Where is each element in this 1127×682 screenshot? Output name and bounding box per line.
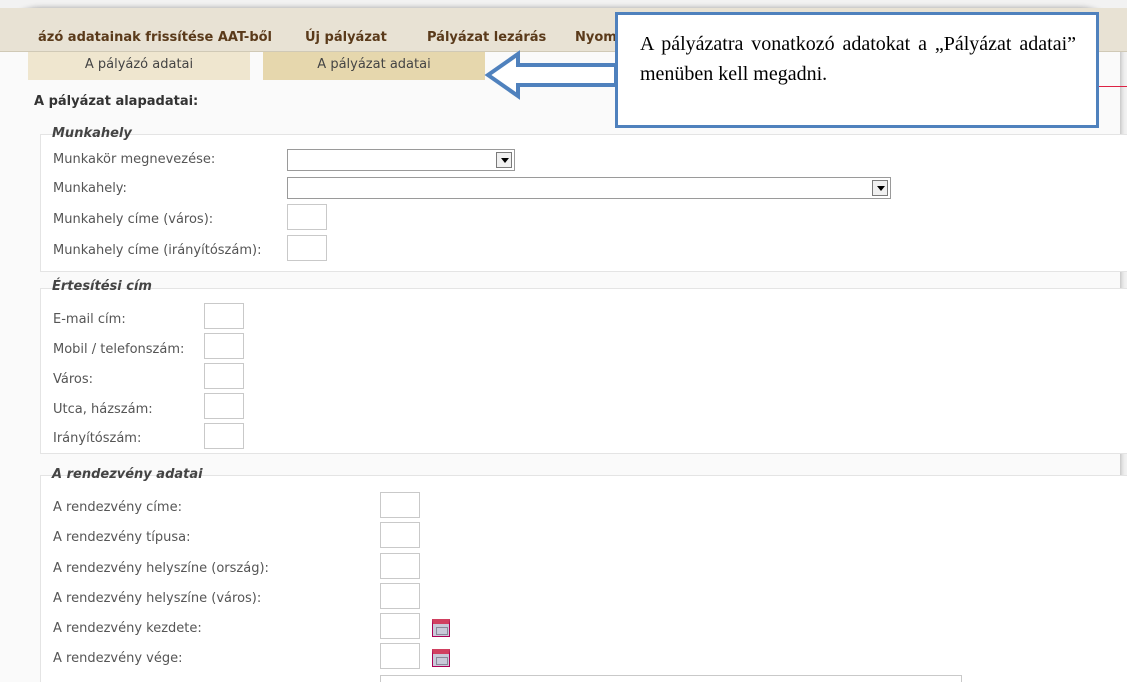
menu-item-print[interactable]: Nyom (575, 30, 617, 45)
chevron-down-icon[interactable] (496, 152, 512, 168)
divider-line (1099, 86, 1127, 87)
phone-label: Mobil / telefonszám: (53, 342, 185, 357)
menu-item-close-application[interactable]: Pályázat lezárás (427, 30, 546, 45)
workplace-label: Munkahely: (53, 181, 127, 196)
event-start-label: A rendezvény kezdete: (53, 621, 202, 636)
event-type-input[interactable] (380, 522, 420, 548)
callout-box: A pályázatra vonatkozó adatokat a „Pályá… (615, 12, 1099, 128)
calendar-icon[interactable] (432, 649, 450, 667)
event-title-input[interactable] (380, 492, 420, 518)
section-title: A pályázat alapadatai: (34, 94, 199, 109)
notification-city-label: Város: (53, 372, 94, 387)
event-type-label: A rendezvény típusa: (53, 530, 191, 545)
job-title-select[interactable] (287, 149, 515, 171)
event-end-input[interactable] (380, 643, 420, 669)
workplace-zip-label: Munkahely címe (irányítószám): (53, 243, 262, 258)
notification-zip-input[interactable] (204, 423, 244, 449)
screenshot-frame: ázó adatainak frissítése AAT-ből Új pály… (0, 0, 1127, 682)
tab-applicant-data[interactable]: A pályázó adatai (28, 52, 250, 80)
workplace-city-input[interactable] (287, 204, 327, 230)
chevron-down-icon[interactable] (872, 180, 888, 196)
event-country-label: A rendezvény helyszíne (ország): (53, 561, 269, 576)
tab-application-data[interactable]: A pályázat adatai (263, 52, 485, 80)
notification-zip-label: Irányítószám: (53, 431, 142, 446)
street-label: Utca, házszám: (53, 402, 153, 417)
street-input[interactable] (204, 393, 244, 419)
email-input[interactable] (204, 303, 244, 329)
event-city-label: A rendezvény helyszíne (város): (53, 591, 262, 606)
event-title-label: A rendezvény címe: (53, 500, 182, 515)
callout-arrow-icon (484, 50, 618, 100)
workplace-city-label: Munkahely címe (város): (53, 212, 214, 227)
menu-item-new-application[interactable]: Új pályázat (305, 30, 387, 45)
event-start-input[interactable] (380, 613, 420, 639)
notification-legend: Értesítési cím (52, 279, 152, 294)
workplace-select[interactable] (287, 177, 891, 199)
notification-city-input[interactable] (204, 363, 244, 389)
callout-text: A pályázatra vonatkozó adatokat a „Pályá… (640, 33, 1076, 85)
event-group (40, 475, 1127, 682)
menu-item-refresh-from-aat[interactable]: ázó adatainak frissítése AAT-ből (38, 30, 272, 45)
next-field-input[interactable] (380, 675, 962, 682)
event-city-input[interactable] (380, 583, 420, 609)
phone-input[interactable] (204, 333, 244, 359)
event-legend: A rendezvény adatai (52, 467, 203, 482)
workplace-legend: Munkahely (52, 126, 132, 141)
workplace-zip-input[interactable] (287, 235, 327, 261)
event-end-label: A rendezvény vége: (53, 651, 183, 666)
job-title-label: Munkakör megnevezése: (53, 152, 216, 167)
email-label: E-mail cím: (53, 312, 126, 327)
calendar-icon[interactable] (432, 619, 450, 637)
event-country-input[interactable] (380, 553, 420, 579)
